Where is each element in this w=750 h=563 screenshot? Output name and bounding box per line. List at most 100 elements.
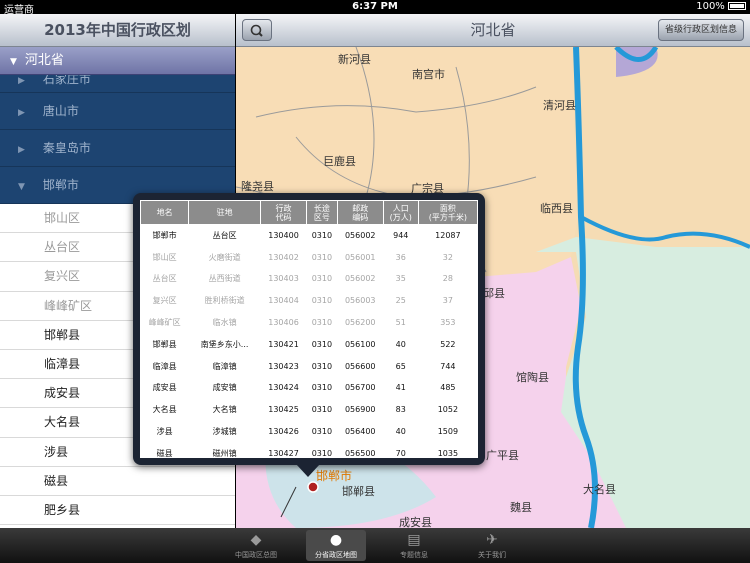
table-cell: 12087 bbox=[435, 231, 461, 241]
table-row[interactable]: 复兴区 胜利桥街道 130404 0310 056003 25 37 bbox=[141, 290, 478, 312]
table-cell: 邯郸县 bbox=[152, 339, 177, 349]
region-table-container: 地名 驻地 行政 代码 长途 区号 邮政 编码 人口 (万人) 面积 (平方千米) 邯郸市丛… bbox=[140, 200, 478, 458]
province-info-button[interactable]: 省级行政区划信息 bbox=[657, 19, 744, 41]
table-cell: 丛西街道 bbox=[208, 274, 241, 284]
county-item[interactable]: 磁县 bbox=[0, 467, 235, 496]
table-cell: 磁州镇 bbox=[212, 448, 237, 458]
table-cell: 复兴区 bbox=[152, 296, 177, 306]
city-label: 秦皇岛市 bbox=[42, 141, 91, 155]
column-header-col-name: 地名 bbox=[140, 200, 190, 225]
selected-city-label[interactable]: 邯郸市 bbox=[316, 467, 352, 484]
map-label[interactable]: 临西县 bbox=[540, 200, 573, 216]
table-cell: 056400 bbox=[344, 427, 376, 437]
table-row[interactable]: 磁县 磁州镇 130427 0310 056500 70 1035 bbox=[141, 442, 478, 458]
table-cell: 1509 bbox=[437, 427, 459, 437]
county-item[interactable]: 肥乡县 bbox=[0, 496, 235, 526]
table-cell: 0310 bbox=[311, 405, 333, 415]
tab-topics[interactable]: ▤ 专题信息 bbox=[384, 530, 444, 561]
table-cell: 1052 bbox=[437, 405, 459, 415]
map-label[interactable]: 成安县 bbox=[399, 514, 432, 528]
table-cell: 1035 bbox=[437, 448, 459, 458]
table-cell: 056200 bbox=[344, 318, 376, 328]
table-cell: 130402 bbox=[268, 252, 299, 262]
table-cell: 成安镇 bbox=[212, 383, 237, 393]
tab-province-map[interactable]: ● 分省政区地图 bbox=[306, 530, 366, 561]
table-row[interactable]: 邯郸市 丛台区 130400 0310 056002 944 12087 bbox=[141, 225, 478, 247]
table-cell: 0310 bbox=[311, 339, 333, 349]
table-row[interactable]: 邯山区 火磨街道 130402 0310 056001 36 32 bbox=[141, 246, 478, 268]
column-header-col-population: 人口 (万人) bbox=[382, 200, 419, 225]
map-label[interactable]: 新河县 bbox=[338, 51, 371, 67]
table-cell: 南堡乡东小... bbox=[200, 339, 249, 349]
table-cell: 056100 bbox=[344, 339, 376, 349]
table-row[interactable]: 峰峰矿区 临水镇 130406 0310 056200 51 353 bbox=[141, 312, 478, 334]
city-item[interactable]: ▶ 秦皇岛市 bbox=[0, 130, 235, 167]
table-cell: 火磨街道 bbox=[208, 252, 241, 262]
table-cell: 25 bbox=[395, 296, 406, 306]
table-cell: 130421 bbox=[268, 339, 299, 349]
table-cell: 0310 bbox=[311, 252, 333, 262]
table-cell: 056002 bbox=[344, 231, 376, 241]
column-header-col-postal: 邮政 编码 bbox=[336, 200, 384, 225]
table-row[interactable]: 涉县 涉城镇 130426 0310 056400 40 1509 bbox=[141, 421, 478, 443]
city-label: 石家庄市 bbox=[42, 75, 91, 86]
table-cell: 130426 bbox=[268, 427, 299, 437]
map-label[interactable]: 魏县 bbox=[510, 499, 532, 515]
table-row[interactable]: 丛台区 丛西街道 130403 0310 056002 35 28 bbox=[141, 268, 478, 290]
table-row[interactable]: 邯郸县 南堡乡东小... 130421 0310 056100 40 522 bbox=[141, 333, 478, 355]
table-cell: 130400 bbox=[268, 231, 299, 241]
table-cell: 130403 bbox=[268, 274, 299, 284]
table-cell: 130406 bbox=[268, 318, 299, 328]
column-header-col-area: 面积 (平方千米) bbox=[417, 200, 478, 225]
map-label[interactable]: 邱县 bbox=[483, 285, 505, 301]
table-cell: 83 bbox=[395, 405, 406, 415]
table-cell: 涉县 bbox=[156, 427, 173, 437]
map-label[interactable]: 南宫市 bbox=[412, 66, 445, 82]
column-header-col-code: 行政 代码 bbox=[260, 200, 308, 225]
table-row[interactable]: 临漳县 临漳镇 130423 0310 056600 65 744 bbox=[141, 355, 478, 377]
tab-about[interactable]: ✈ 关于我们 bbox=[462, 530, 522, 561]
table-cell: 130424 bbox=[268, 383, 299, 393]
battery-icon bbox=[728, 2, 746, 10]
map-label[interactable]: 清河县 bbox=[543, 97, 576, 113]
table-row[interactable]: 大名县 大名镇 130425 0310 056900 83 1052 bbox=[141, 399, 478, 421]
map-label[interactable]: 广平县 bbox=[486, 447, 519, 463]
table-cell: 130423 bbox=[268, 361, 299, 371]
table-cell: 056002 bbox=[344, 274, 376, 284]
table-header-row: 地名 驻地 行政 代码 长途 区号 邮政 编码 人口 (万人) 面积 (平方千米) bbox=[140, 200, 478, 225]
table-row[interactable]: 成安县 成安镇 130424 0310 056700 41 485 bbox=[141, 377, 478, 399]
expand-triangle-icon: ▼ bbox=[10, 57, 17, 67]
map-label[interactable]: 隆尧县 bbox=[241, 178, 274, 194]
province-header[interactable]: ▼ 河北省 bbox=[0, 47, 235, 75]
table-cell: 35 bbox=[395, 274, 406, 284]
table-cell: 临水镇 bbox=[212, 318, 237, 328]
table-cell: 0310 bbox=[311, 427, 333, 437]
battery-indicator: 100% bbox=[696, 1, 746, 12]
region-info-popover: 地名 驻地 行政 代码 长途 区号 邮政 编码 人口 (万人) 面积 (平方千米) 邯郸市丛… bbox=[133, 193, 485, 477]
map-label[interactable]: 馆陶县 bbox=[516, 369, 549, 385]
table-cell: 944 bbox=[393, 231, 409, 241]
map-label[interactable]: 大名县 bbox=[583, 481, 616, 497]
map-label[interactable]: 邯郸县 bbox=[342, 483, 375, 499]
map-title: 河北省 bbox=[470, 21, 516, 39]
table-cell: 磁县 bbox=[156, 448, 173, 458]
search-button[interactable] bbox=[242, 19, 272, 41]
table-cell: 70 bbox=[395, 448, 406, 458]
tab-china-map[interactable]: ◆ 中国政区总图 bbox=[226, 530, 286, 561]
table-cell: 邯郸市 bbox=[152, 231, 177, 241]
globe-icon: ● bbox=[329, 532, 343, 548]
table-cell: 36 bbox=[395, 252, 406, 262]
table-cell: 41 bbox=[395, 383, 406, 393]
province-label: 河北省 bbox=[24, 53, 64, 68]
table-cell: 丛台区 bbox=[212, 231, 237, 241]
table-cell: 130425 bbox=[268, 405, 299, 415]
clock: 6:37 PM bbox=[352, 1, 398, 12]
city-item[interactable]: ▶ 石家庄市 bbox=[0, 75, 235, 93]
expand-triangle-icon: ▼ bbox=[18, 182, 25, 192]
table-cell: 37 bbox=[442, 296, 453, 306]
table-cell: 056600 bbox=[344, 361, 376, 371]
city-item[interactable]: ▶ 唐山市 bbox=[0, 93, 235, 130]
bird-icon: ✈ bbox=[486, 532, 498, 548]
tab-label: 关于我们 bbox=[478, 551, 506, 559]
map-label[interactable]: 巨鹿县 bbox=[323, 153, 356, 169]
